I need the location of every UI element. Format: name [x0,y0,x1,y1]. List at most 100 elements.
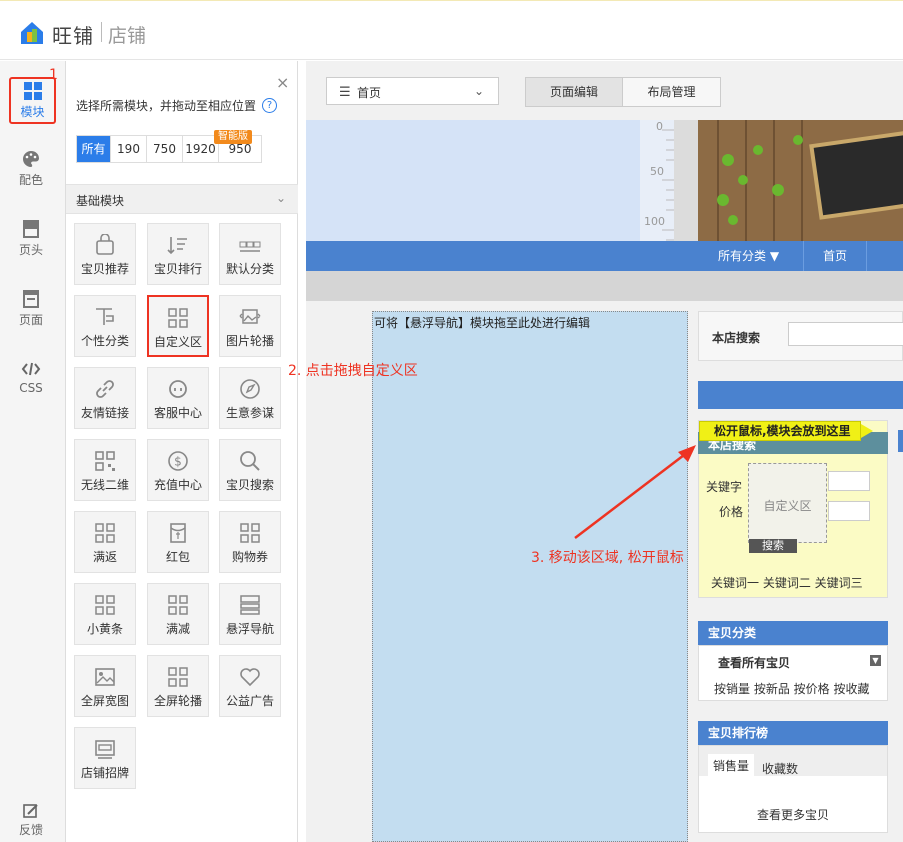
sort-links[interactable]: 按销量 按新品 按价格 按收藏 [714,680,869,697]
bag-icon [96,234,114,255]
logo-icon [21,22,43,44]
category-icon [239,241,261,252]
module-tile-label: 生意参谋 [225,406,274,420]
module-tile[interactable]: 宝贝排行 [147,223,209,285]
dragging-custom-module[interactable]: 自定义区 [748,463,827,543]
section-header[interactable]: 基础模块 ⌄ [66,184,298,214]
annotation-step1: 1 [49,67,58,83]
tab-page-edit[interactable]: 页面编辑 [525,77,623,107]
module-tile[interactable]: 自定义区 [147,295,209,357]
coin-icon: $ [168,451,188,471]
tab-favorites[interactable]: 收藏数 [762,760,798,777]
annotation-arrow [574,445,696,539]
close-icon[interactable]: × [276,73,289,92]
palette-icon [23,151,39,167]
module-tile-label: 公益广告 [225,694,274,708]
module-tile-label: 无线二维 [80,478,129,492]
module-tile[interactable]: 生意参谋 [219,367,281,429]
shop-nav-home[interactable]: 首页 [803,241,867,271]
keyword-label: 关键字 [706,480,743,494]
module-tile[interactable]: 宝贝搜索 [219,439,281,501]
module-tile-label: 全屏轮播 [153,694,202,708]
ruler-label: 100 [644,215,665,228]
chevron-down-icon[interactable]: ▼ [870,655,881,666]
module-tile[interactable]: 图片轮播 [219,295,281,357]
drop-zone[interactable] [372,311,688,842]
size-tab-all[interactable]: 所有 [77,136,111,162]
tab-sales[interactable]: 销售量 [708,754,754,778]
module-tile[interactable]: 友情链接 [74,367,136,429]
header-gray-strip [306,271,903,301]
module-tile[interactable]: 小黄条 [74,583,136,645]
module-tile[interactable]: 公益广告 [219,655,281,717]
chevron-down-icon: ⌄ [473,84,484,98]
module-tile-label: 满减 [165,622,190,636]
nav-item-module[interactable]: 模块 [9,77,56,124]
nav-item-css[interactable]: CSS [0,353,62,413]
nav-item-page[interactable]: 页面 [0,283,62,343]
banner-graphic [698,120,903,241]
view-more-items[interactable]: 查看更多宝贝 [757,806,829,823]
module-tile[interactable]: 购物券 [219,511,281,573]
module-tile-label: 店铺招牌 [80,766,129,780]
feedback-icon [23,804,38,818]
keyword-links[interactable]: 关键词一 关键词二 关键词三 [711,574,863,591]
module-panel: × 选择所需模块，并拖动至相应位置 ? 所有 190 750 1920 950 … [66,61,298,842]
section-title: 基础模块 [76,194,125,208]
page-icon [23,290,39,308]
module-tile-label: 全屏宽图 [80,694,129,708]
module-tile[interactable]: 宝贝推荐 [74,223,136,285]
module-tile[interactable]: 满返 [74,511,136,573]
module-tile[interactable]: 满减 [147,583,209,645]
price-input[interactable] [828,501,870,521]
module-tile[interactable]: 全屏轮播 [147,655,209,717]
panel-tip: 选择所需模块，并拖动至相应位置 [76,99,257,113]
module-tile[interactable]: 客服中心 [147,367,209,429]
module-tile-label: 默认分类 [225,262,274,276]
search-button[interactable]: 搜索 [749,539,797,553]
size-tab-190[interactable]: 190 [111,136,147,162]
side-blue-marker [898,430,903,452]
grid-module-icon [168,595,188,615]
store-search-input[interactable] [788,322,903,346]
shop-nav-all-categories[interactable]: 所有分类 ▼ [698,241,803,271]
nav-item-feedback[interactable]: 反馈 [0,797,62,841]
module-tile[interactable]: 悬浮导航 [219,583,281,645]
module-tile[interactable]: 无线二维 [74,439,136,501]
nav-item-header[interactable]: 页头 [0,213,62,273]
nav-label: 页面 [18,313,43,327]
header-blue-area [306,120,674,241]
module-tile[interactable]: $ 充值中心 [147,439,209,501]
tab-layout-manage[interactable]: 布局管理 [623,77,721,107]
module-tile-label: 满返 [92,550,117,564]
module-tile[interactable]: 个性分类 [74,295,136,357]
page-select[interactable]: ☰ 首页 ⌄ [326,77,499,105]
page-select-value: 首页 [357,86,382,100]
grid-module-icon [95,523,115,543]
module-tile[interactable]: 全屏宽图 [74,655,136,717]
redpacket-icon [170,523,186,543]
module-tile[interactable]: 店铺招牌 [74,727,136,789]
float-nav-icon [240,595,260,615]
module-tile-label: 宝贝搜索 [225,478,274,492]
grid-module-icon [240,523,260,543]
nav-label: 页头 [18,243,43,257]
module-tile-label: 充值中心 [153,478,202,492]
keyword-input[interactable] [828,471,870,491]
help-icon[interactable]: ? [262,98,277,113]
module-tile[interactable]: 红包 [147,511,209,573]
nav-label: 模块 [20,105,45,119]
nav-label: CSS [19,381,43,395]
view-all-items[interactable]: 查看所有宝贝 [718,654,790,671]
annotation-step2: 2. 点击拖拽自定义区 [288,363,418,379]
size-tab-750[interactable]: 750 [147,136,183,162]
left-nav: 模块 配色 页头 页面 CSS 反馈 [0,61,66,842]
module-tile-label: 宝贝排行 [153,262,202,276]
nav-item-color[interactable]: 配色 [0,143,62,203]
signboard-icon [95,740,115,759]
compass-icon [240,379,260,399]
module-tile-label: 图片轮播 [225,334,274,348]
module-tile[interactable]: 默认分类 [219,223,281,285]
header-icon [23,220,39,238]
module-tile-label: 购物券 [231,550,268,564]
